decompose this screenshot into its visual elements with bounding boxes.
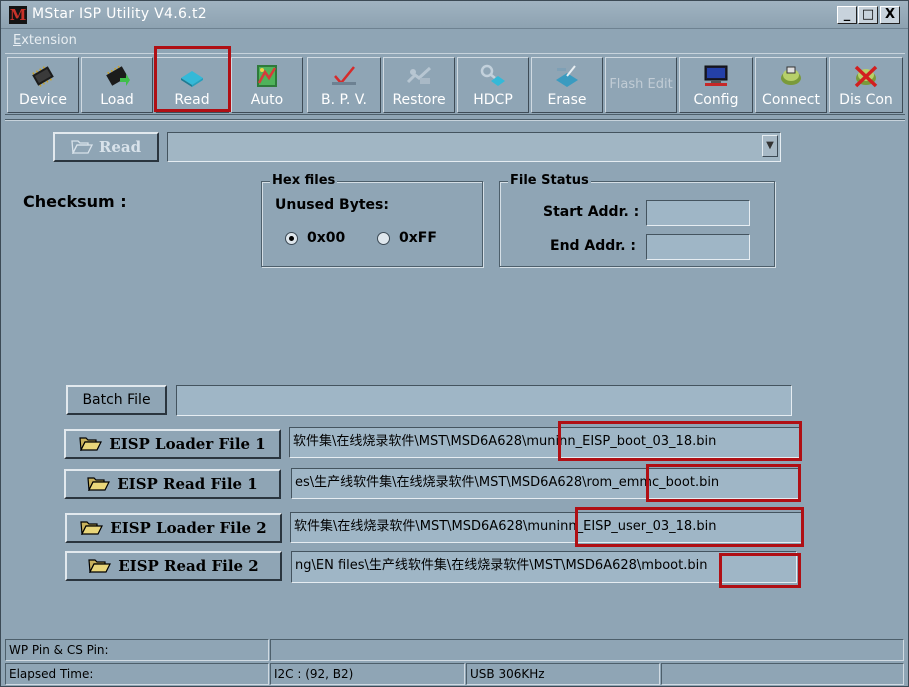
hdcp-icon xyxy=(480,64,505,86)
eisp-read-file-1-button[interactable]: EISP Read File 1 xyxy=(64,469,281,499)
elapsed-time: Elapsed Time: xyxy=(5,663,269,685)
toolbar-connect-button[interactable]: Connect xyxy=(755,57,827,113)
toolbar-restore-button[interactable]: Restore xyxy=(383,57,455,113)
toolbar-button-label: Connect xyxy=(762,92,820,108)
annotation-highlight-box xyxy=(719,553,801,588)
chevron-down-icon[interactable]: ▼ xyxy=(762,135,778,157)
radio-0x00-label: 0x00 xyxy=(307,230,346,246)
folder-open-icon xyxy=(87,477,111,491)
folder-open-icon xyxy=(71,140,93,154)
folder-open-icon xyxy=(88,559,112,573)
toolbar-erase-button[interactable]: Erase xyxy=(531,57,603,113)
hex-files-group: Hex files Unused Bytes: 0x00 0xFF xyxy=(261,173,483,267)
radio-0xff-label: 0xFF xyxy=(399,230,437,246)
read-target-select[interactable]: ▼ xyxy=(167,132,781,162)
bpv-check-icon xyxy=(332,66,356,85)
restore-icon xyxy=(406,66,432,84)
load-chip-icon xyxy=(106,65,130,86)
isp-utility-window: M MStar ISP Utility V4.6.t2 _ □ X Extens… xyxy=(0,0,909,687)
checksum-label: Checksum : xyxy=(23,192,127,211)
toolbar-button-label: Config xyxy=(693,92,739,108)
batch-file-field[interactable] xyxy=(176,385,792,416)
wp-pin-value xyxy=(270,639,904,661)
wp-pin-label: WP Pin & CS Pin: xyxy=(5,639,269,661)
radio-0x00[interactable] xyxy=(285,232,298,245)
hex-files-title: Hex files xyxy=(270,173,338,188)
connect-plug-icon xyxy=(781,66,801,85)
toolbar-flash-edit-button[interactable]: Flash Edit xyxy=(605,57,677,113)
radio-0xff[interactable] xyxy=(377,232,390,245)
usb-speed: USB 306KHz xyxy=(466,663,660,685)
toolbar-disconnect-button[interactable]: Dis Con xyxy=(829,57,903,113)
eisp-read-file-2-button[interactable]: EISP Read File 2 xyxy=(65,551,282,581)
annotation-highlight-box xyxy=(154,46,231,112)
file-status-group: File Status Start Addr. : End Addr. : xyxy=(499,173,775,267)
toolbar-button-label: Dis Con xyxy=(839,92,893,108)
start-addr-label: Start Addr. : xyxy=(543,204,640,220)
folder-open-icon xyxy=(80,521,104,535)
file-status-title: File Status xyxy=(508,173,591,188)
disconnect-plug-icon xyxy=(854,65,878,88)
toolbar-button-label: Erase xyxy=(547,92,587,108)
menu-extension[interactable]: Extension xyxy=(13,33,77,48)
minimize-button[interactable]: _ xyxy=(837,6,857,24)
toolbar-button-label: Restore xyxy=(392,92,446,108)
toolbar-button-label: B. P. V. xyxy=(321,92,367,108)
toolbar-button-label: Auto xyxy=(250,92,284,108)
erase-icon xyxy=(556,65,578,87)
toolbar-button-label: Load xyxy=(100,92,134,108)
close-button[interactable]: X xyxy=(880,6,900,24)
annotation-highlight-box xyxy=(558,421,802,461)
toolbar-bpv-button[interactable]: B. P. V. xyxy=(307,57,381,113)
toolbar-divider xyxy=(5,119,905,121)
start-addr-field[interactable] xyxy=(646,200,750,226)
menu-bar: Extension xyxy=(1,30,908,52)
toolbar-button-label: Flash Edit xyxy=(609,77,673,92)
toolbar-button-label: HDCP xyxy=(473,92,513,108)
toolbar-load-button[interactable]: Load xyxy=(81,57,153,113)
toolbar-auto-button[interactable]: Auto xyxy=(231,57,303,113)
status-extra xyxy=(661,663,904,685)
eisp-loader-file-2-button[interactable]: EISP Loader File 2 xyxy=(65,513,282,543)
annotation-highlight-box xyxy=(575,507,804,547)
toolbar-device-button[interactable]: Device xyxy=(7,57,79,113)
auto-icon xyxy=(257,65,277,87)
config-monitor-icon xyxy=(704,65,728,86)
toolbar-hdcp-button[interactable]: HDCP xyxy=(457,57,529,113)
toolbar-button-label: Device xyxy=(19,92,67,108)
end-addr-label: End Addr. : xyxy=(550,238,637,254)
maximize-button[interactable]: □ xyxy=(858,6,878,24)
toolbar: Device Load Read Auto B. P. V. Restore H… xyxy=(5,53,905,115)
title-bar[interactable]: M MStar ISP Utility V4.6.t2 _ □ X xyxy=(1,1,908,29)
app-logo-icon: M xyxy=(9,6,27,24)
batch-file-button[interactable]: Batch File xyxy=(66,385,167,415)
end-addr-field[interactable] xyxy=(646,234,750,260)
toolbar-config-button[interactable]: Config xyxy=(679,57,753,113)
window-title: MStar ISP Utility V4.6.t2 xyxy=(32,6,207,22)
unused-bytes-label: Unused Bytes: xyxy=(275,197,389,213)
device-chip-icon xyxy=(32,66,54,87)
annotation-highlight-box xyxy=(646,464,801,502)
eisp-loader-file-1-button[interactable]: EISP Loader File 1 xyxy=(64,429,281,459)
i2c-status: I2C : (92, B2) xyxy=(270,663,465,685)
folder-open-icon xyxy=(79,437,103,451)
read-button[interactable]: Read xyxy=(53,132,159,162)
